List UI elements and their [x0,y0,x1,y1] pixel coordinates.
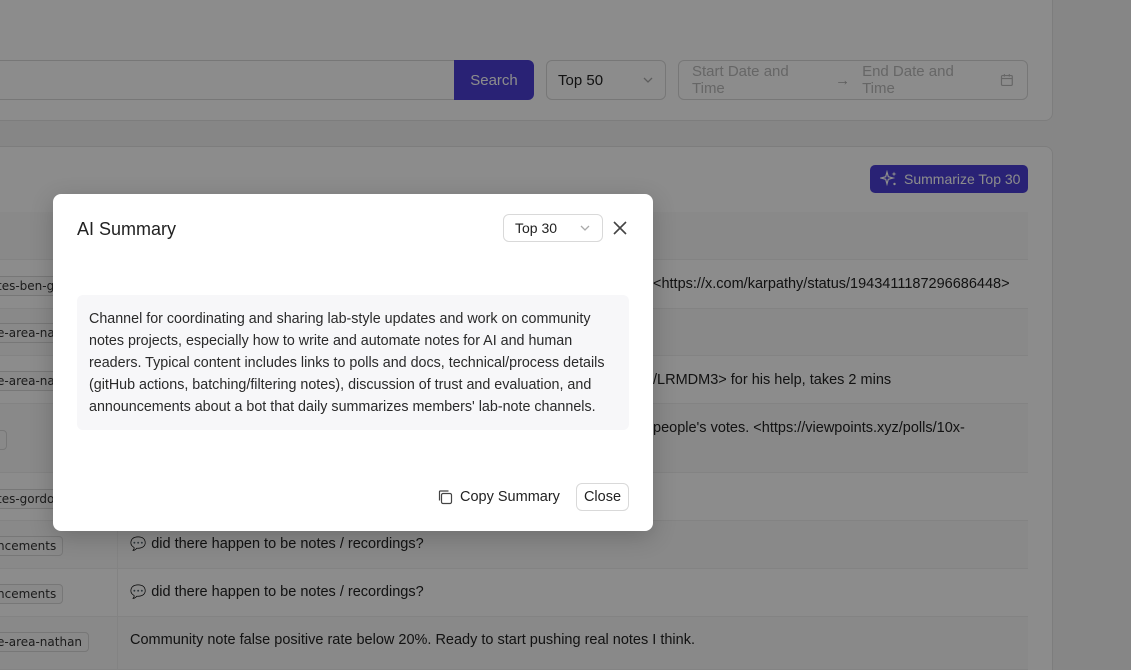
modal-select-value: Top 30 [515,220,558,236]
close-icon[interactable] [610,218,630,238]
modal-top-n-select[interactable]: Top 30 [503,214,603,242]
chevron-down-icon [580,225,590,231]
summary-text: Channel for coordinating and sharing lab… [77,295,629,430]
close-button[interactable]: Close [576,483,629,511]
modal-title: AI Summary [77,219,177,239]
copy-summary-label: Copy Summary [460,489,560,505]
copy-icon [438,490,453,505]
ai-summary-modal: AI Summary Top 30 Channel for coordinati… [53,194,653,531]
copy-summary-button[interactable]: Copy Summary [431,483,566,511]
